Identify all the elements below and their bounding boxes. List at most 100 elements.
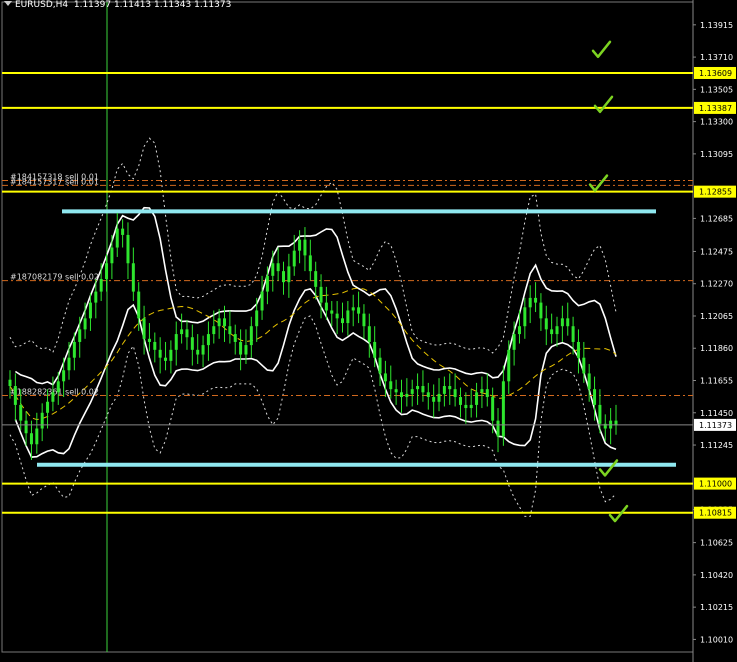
candle-body (453, 389, 457, 398)
candle-body (512, 334, 516, 350)
candle-body (233, 334, 237, 342)
y-tick-label: 1.10625 (700, 539, 733, 548)
candle-body (271, 263, 275, 276)
y-tick-label: 1.13915 (700, 21, 733, 30)
y-tick-label: 1.13095 (700, 150, 733, 159)
candle-body (115, 228, 119, 248)
candle-body (437, 393, 441, 402)
candle-body (426, 392, 430, 398)
check-mark-icon (588, 174, 609, 192)
candle-body (314, 271, 318, 287)
candle-body (448, 386, 452, 390)
candle-body (432, 397, 436, 402)
candle-body (212, 326, 216, 335)
check-mark-icon (598, 459, 619, 477)
price-level-tag-label: 1.13387 (699, 104, 732, 113)
chart-header: EURUSD,H4 1.11397 1.11413 1.11343 1.1137… (4, 0, 231, 10)
order-label: #187082179 sell 0.02 (10, 273, 99, 282)
candle-body (469, 404, 473, 409)
candle-body (389, 381, 393, 390)
y-tick-label: 1.10420 (700, 571, 733, 580)
candle-body (362, 313, 366, 327)
candle-body (303, 239, 307, 256)
outer-band-lower (9, 315, 617, 517)
candle-body (458, 397, 462, 405)
candle-body (147, 338, 151, 342)
check-mark-icon (591, 40, 612, 59)
ohlc-values: 1.11397 1.11413 1.11343 1.11373 (73, 0, 232, 10)
y-tick-label: 1.11655 (700, 377, 733, 386)
order-label: #184157317 sell 0.01 (10, 177, 99, 186)
candle-body (324, 302, 328, 311)
candle-body (383, 373, 387, 382)
candle-body (83, 318, 87, 330)
candle-body (24, 420, 28, 434)
y-tick-label: 1.13710 (700, 53, 733, 62)
candle-body (196, 349, 200, 355)
price-level-tag-label: 1.10815 (699, 509, 732, 518)
candle-body (544, 318, 548, 330)
candle-body (319, 286, 323, 303)
order-label: #188282361 sell 0.02 (10, 387, 99, 396)
candle-body (298, 239, 302, 251)
candle-body (582, 357, 586, 374)
candle-body (357, 307, 361, 314)
candle-body (142, 318, 146, 339)
price-level-tag-label: 1.13609 (699, 69, 732, 78)
candle-body (534, 297, 538, 303)
y-tick-label: 1.11860 (700, 344, 733, 353)
y-tick-label: 1.12685 (700, 214, 733, 223)
candle-body (131, 263, 135, 292)
candle-body (239, 341, 243, 355)
candle-body (19, 404, 23, 421)
candle-body (94, 291, 98, 303)
y-tick-label: 1.10215 (700, 603, 733, 612)
candle-body (249, 326, 253, 346)
candle-body (217, 318, 221, 327)
candle-body (276, 263, 280, 272)
y-tick-label: 1.12270 (700, 280, 733, 289)
candle-body (410, 389, 414, 394)
candle-body (153, 341, 157, 350)
candle-body (265, 275, 269, 292)
candle-body (517, 326, 521, 335)
candle-body (421, 386, 425, 393)
candle-body (351, 307, 355, 311)
candle-body (88, 302, 92, 319)
candle-body (491, 397, 495, 421)
candle-body (593, 389, 597, 405)
candle-body (507, 349, 511, 382)
symbol-timeframe: EURUSD,H4 (15, 0, 69, 10)
candle-body (137, 291, 141, 319)
candle-body (282, 271, 286, 283)
candle-body (185, 329, 189, 338)
candle-body (287, 266, 291, 283)
candle-body (228, 326, 232, 335)
candle-body (308, 255, 312, 272)
candle-body (40, 412, 44, 429)
candle-body (67, 357, 71, 371)
candle-body (373, 341, 377, 358)
candle-body (442, 386, 446, 394)
candle-body (485, 389, 489, 398)
candle-body (587, 373, 591, 390)
candle-body (13, 386, 17, 405)
candle-body (550, 329, 554, 335)
candle-body (528, 297, 532, 308)
candle-body (464, 404, 468, 409)
candle-body (335, 313, 339, 319)
candle-body (8, 379, 12, 387)
candle-body (180, 329, 184, 335)
candle-body (201, 345, 205, 355)
candle-body (496, 420, 500, 437)
candle-body (255, 310, 259, 327)
candle-body (566, 318, 570, 327)
y-tick-label: 1.10010 (700, 635, 733, 644)
candle-body (190, 337, 194, 350)
dropdown-triangle-icon[interactable] (4, 1, 12, 6)
candle-body (399, 392, 403, 398)
candle-body (51, 392, 55, 402)
price-chart[interactable]: #184157318 sell 0.01#184157317 sell 0.01… (0, 0, 737, 662)
chart-window[interactable]: #184157318 sell 0.01 #184157317 sell 0.01… (0, 0, 737, 662)
candle-body (126, 234, 130, 264)
